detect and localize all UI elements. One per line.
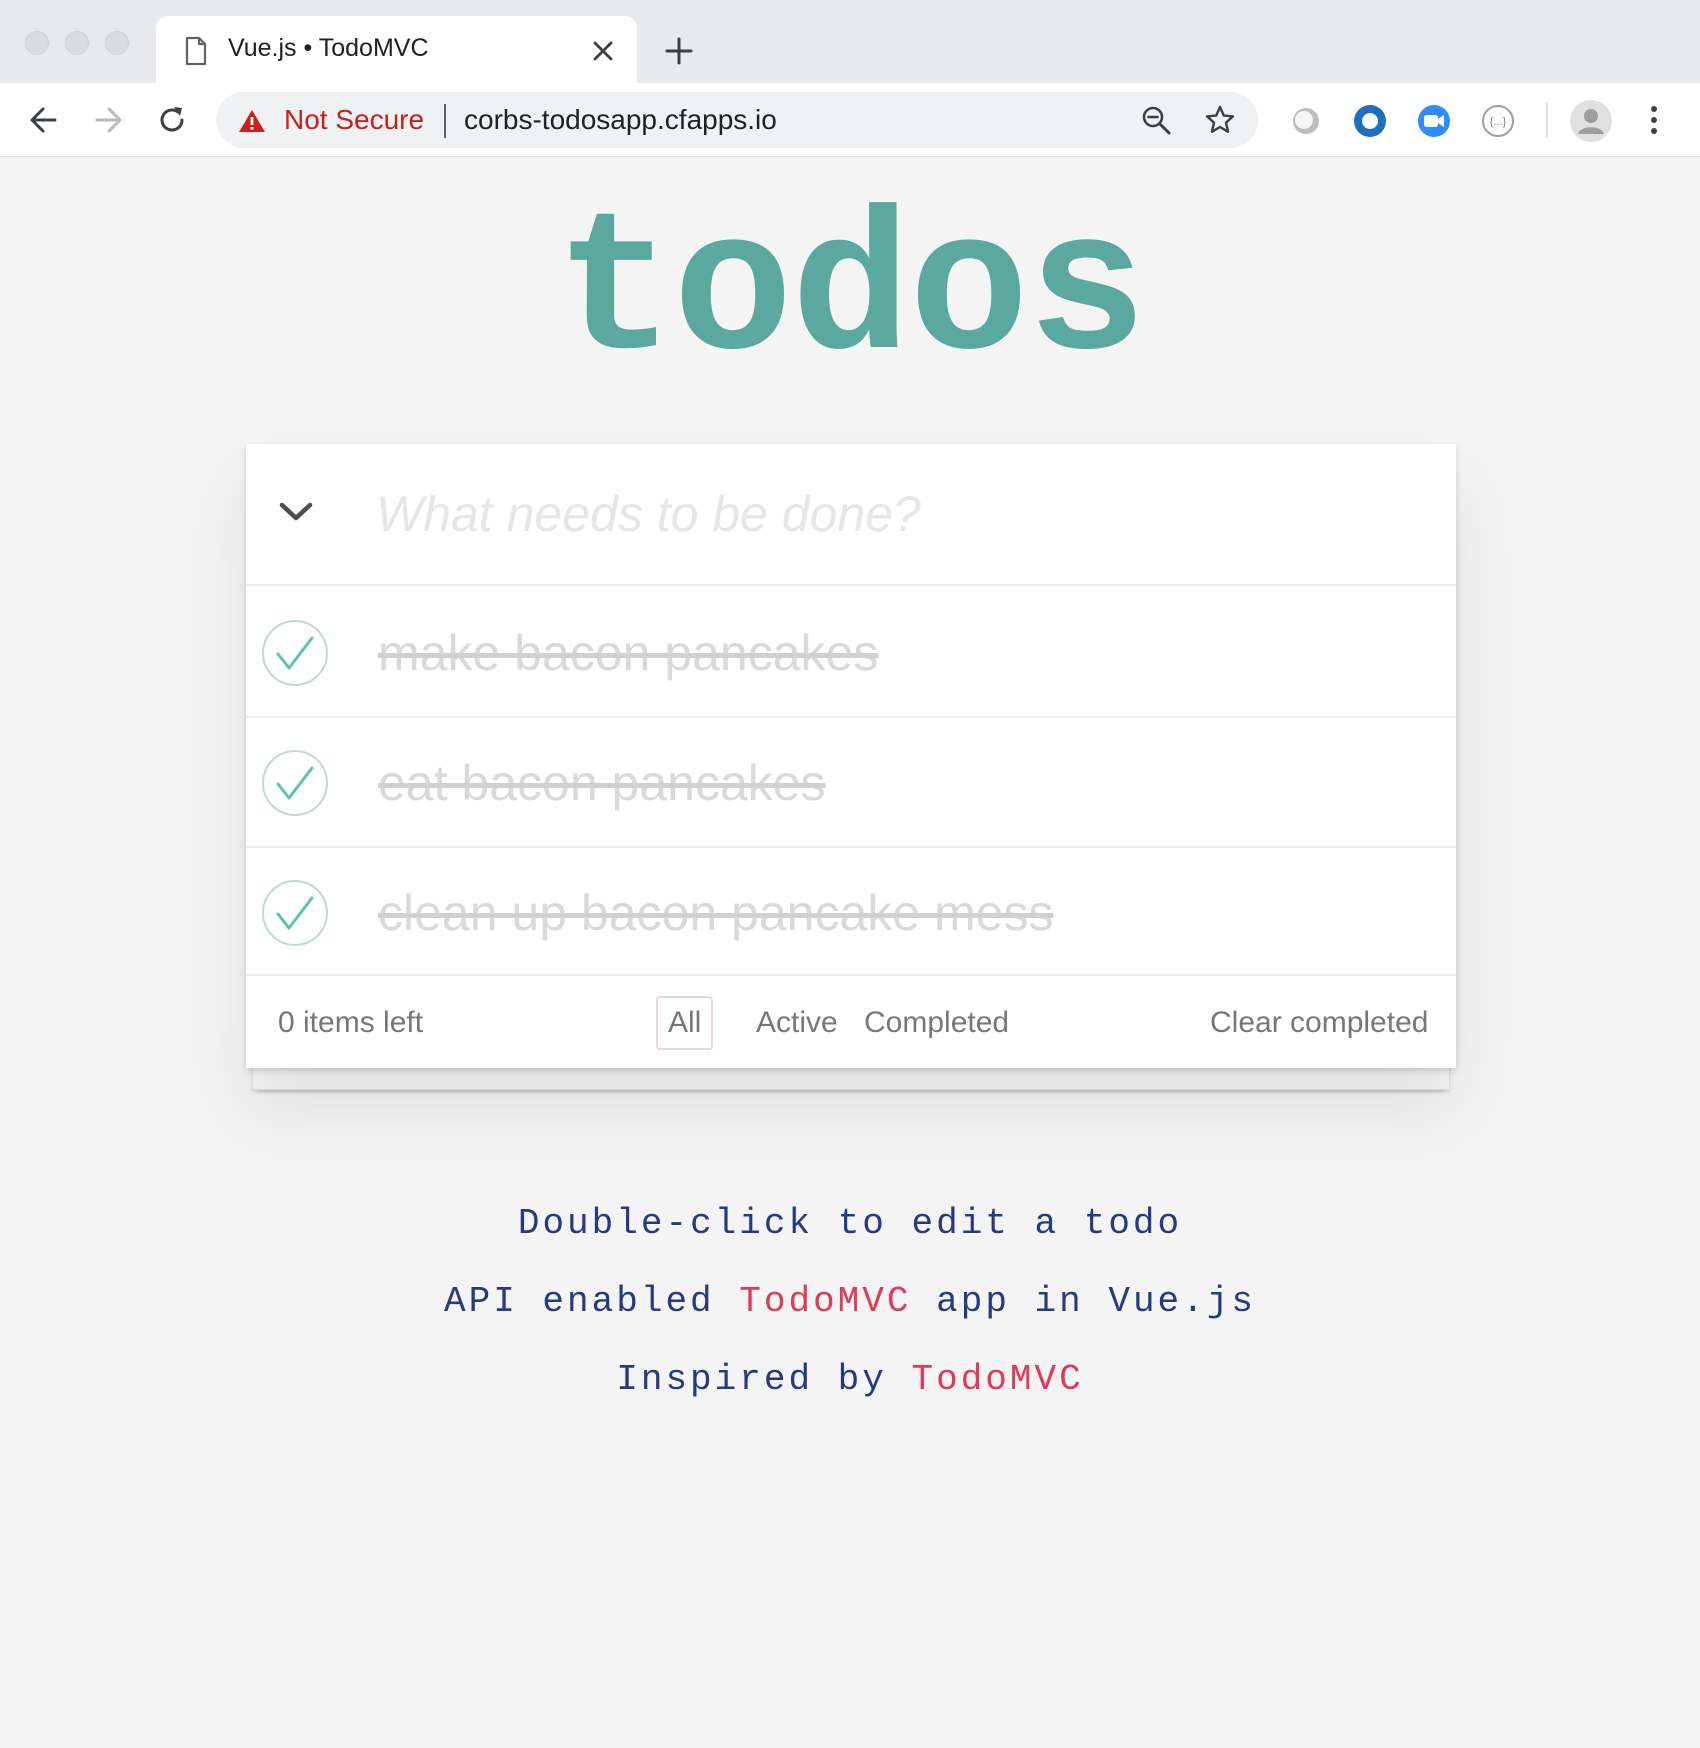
zoom-out-icon[interactable] bbox=[1140, 104, 1172, 136]
toggle-all-chevron-icon[interactable] bbox=[276, 492, 316, 532]
reload-icon[interactable] bbox=[153, 101, 191, 139]
json-viewer-extension-icon[interactable]: {...} bbox=[1480, 103, 1516, 139]
tab-title: Vue.js • TodoMVC bbox=[228, 34, 429, 62]
todo-app-card: make bacon pancakes eat bacon pancakes c… bbox=[246, 444, 1456, 1068]
back-arrow-icon[interactable] bbox=[25, 101, 63, 139]
close-tab-icon[interactable] bbox=[590, 38, 616, 64]
browser-toolbar: Not Secure corbs-todosapp.cfapps.io {...… bbox=[0, 83, 1700, 157]
toolbar-divider bbox=[1546, 103, 1548, 137]
info-inspired-prefix: Inspired by bbox=[616, 1359, 887, 1400]
todo-title[interactable]: make bacon pancakes bbox=[378, 624, 878, 682]
zoom-video-extension-icon[interactable] bbox=[1416, 103, 1452, 139]
window-close-button[interactable] bbox=[25, 31, 49, 55]
info-edit-hint: Double-click to edit a todo bbox=[517, 1203, 1183, 1244]
more-menu-icon[interactable] bbox=[1644, 101, 1664, 139]
grey-circle-extension-icon[interactable] bbox=[1288, 103, 1324, 139]
svg-text:{...}: {...} bbox=[1490, 116, 1507, 128]
todo-footer: 0 items left All Active Completed Clear … bbox=[246, 974, 1456, 1068]
todo-title[interactable]: clean up bacon pancake mess bbox=[378, 884, 1053, 942]
card-stack-shadow bbox=[252, 1066, 1450, 1090]
profile-avatar[interactable] bbox=[1570, 100, 1612, 142]
document-icon bbox=[185, 36, 207, 66]
todo-item[interactable]: clean up bacon pancake mess bbox=[246, 848, 1456, 978]
url-text[interactable]: corbs-todosapp.cfapps.io bbox=[464, 104, 777, 136]
completed-check-icon[interactable] bbox=[261, 749, 329, 817]
window-maximize-button[interactable] bbox=[105, 31, 129, 55]
security-status[interactable]: Not Secure bbox=[284, 104, 424, 136]
completed-check-icon[interactable] bbox=[261, 879, 329, 947]
new-todo-input[interactable] bbox=[376, 484, 1416, 544]
app-title: todos bbox=[554, 181, 1147, 408]
address-bar[interactable]: Not Secure corbs-todosapp.cfapps.io bbox=[216, 92, 1258, 148]
blue-ring-extension-icon[interactable] bbox=[1352, 103, 1388, 139]
filter-active[interactable]: Active bbox=[744, 996, 850, 1050]
person-icon bbox=[1578, 109, 1604, 134]
todomvc-link[interactable]: TodoMVC bbox=[739, 1281, 911, 1322]
forward-arrow-icon[interactable] bbox=[89, 101, 127, 139]
info-api-prefix: API enabled bbox=[444, 1281, 715, 1322]
info-inspired-line: Inspired by TodoMVC bbox=[0, 1359, 1700, 1400]
todo-item[interactable]: make bacon pancakes bbox=[246, 588, 1456, 718]
filter-completed[interactable]: Completed bbox=[852, 996, 1021, 1050]
todomvc-inspired-link[interactable]: TodoMVC bbox=[912, 1359, 1084, 1400]
window-minimize-button[interactable] bbox=[65, 31, 89, 55]
filter-all[interactable]: All bbox=[656, 996, 714, 1050]
address-bar-divider bbox=[444, 104, 446, 138]
warning-triangle-icon bbox=[239, 110, 265, 132]
bookmark-star-icon[interactable] bbox=[1204, 104, 1236, 136]
browser-tabstrip: Vue.js • TodoMVC bbox=[0, 0, 1700, 83]
completed-check-icon[interactable] bbox=[261, 619, 329, 687]
items-left-count: 0 items left bbox=[278, 1006, 424, 1039]
info-api-line: API enabled TodoMVC app in Vue.js bbox=[0, 1281, 1700, 1322]
new-tab-icon[interactable] bbox=[664, 36, 694, 66]
todo-title[interactable]: eat bacon pancakes bbox=[378, 754, 826, 812]
info-api-suffix: app in Vue.js bbox=[936, 1281, 1256, 1322]
browser-tab-active[interactable]: Vue.js • TodoMVC bbox=[156, 16, 637, 83]
todo-item[interactable]: eat bacon pancakes bbox=[246, 718, 1456, 848]
todo-header bbox=[246, 444, 1456, 586]
clear-completed-button[interactable]: Clear completed bbox=[1210, 1006, 1428, 1040]
